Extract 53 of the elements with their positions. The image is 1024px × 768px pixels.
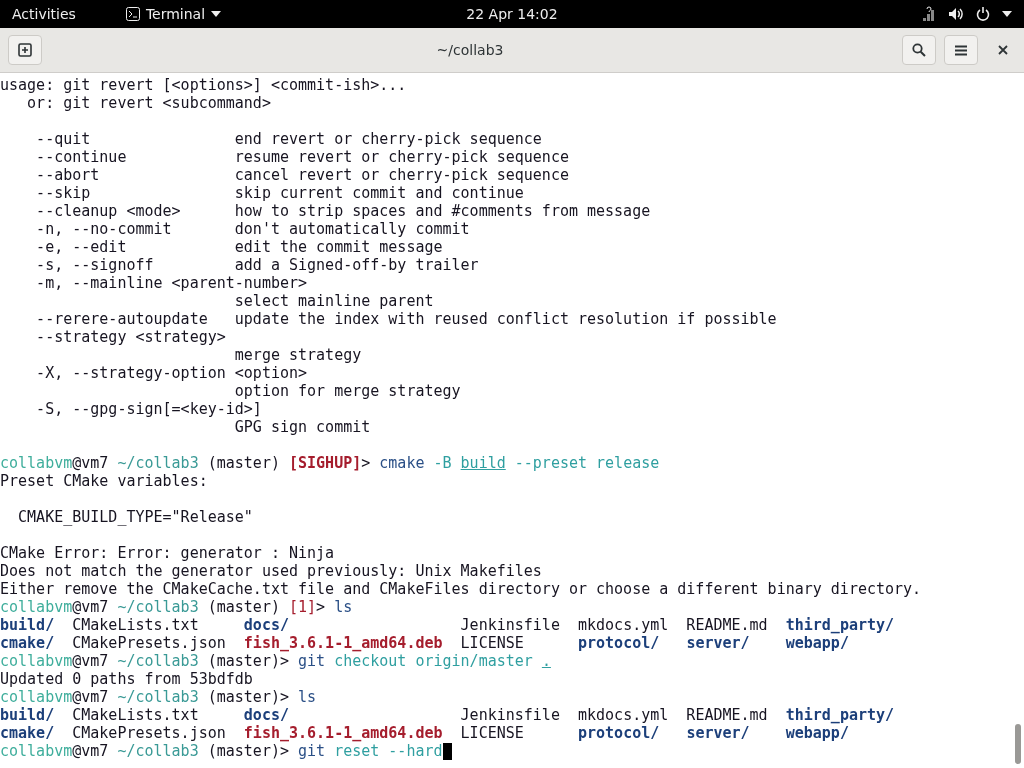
terminal-line: --skip skip current commit and continue (35, 184, 524, 202)
network-icon[interactable] (922, 6, 936, 22)
terminal-line: option for merge strategy (233, 382, 461, 400)
terminal-line: collabvm@vm7 ~/collab3 (master)> git checkout origin/master . (0, 652, 551, 670)
scrollbar-thumb[interactable] (1015, 724, 1021, 764)
caret-icon[interactable] (1002, 11, 1012, 17)
menu-icon (955, 44, 967, 56)
clock[interactable]: 22 Apr 14:02 (466, 6, 558, 22)
caret-icon (211, 11, 222, 17)
terminal-line: Either remove the CMakeCache.txt file and CMakeFiles directory or choose a different binary directory. (0, 580, 922, 598)
terminal-line: Updated 0 paths from 53bdfdb (0, 670, 253, 688)
terminal-line: --continue resume revert or cherry-pick sequence (35, 148, 569, 166)
terminal-line: --rerere-autoupdate update the index with reused conflict resolution if possible (35, 310, 777, 328)
terminal-line: build/ CMakeLists.txt docs/ Jenkinsfile mkdocs.yml README.md third_party/ (0, 706, 895, 724)
search-button[interactable] (902, 35, 936, 65)
terminal-line: -m, --mainline <parent-number> (35, 274, 308, 292)
terminal-line: CMAKE_BUILD_TYPE="Release" (17, 508, 253, 526)
terminal-line: -e, --edit edit the commit message (35, 238, 443, 256)
terminal-line: collabvm@vm7 ~/collab3 (master) [1]> ls (0, 598, 353, 616)
terminal-line: collabvm@vm7 ~/collab3 (master)> git reset --hard (0, 742, 443, 760)
terminal-line: Preset CMake variables: (0, 472, 208, 490)
terminal-line: -s, --signoff add a Signed-off-by trailer (35, 256, 479, 274)
new-tab-icon (18, 43, 32, 57)
menu-button[interactable] (944, 35, 978, 65)
window-title: ~/collab3 (435, 42, 505, 58)
activities-button[interactable]: Activities (12, 6, 76, 22)
terminal-line: --cleanup <mode> how to strip spaces and #comments from message (35, 202, 651, 220)
terminal-line: -n, --no-commit don't automatically commit (35, 220, 470, 238)
terminal-icon (125, 7, 140, 21)
terminal-line: Does not match the generator used previously: Unix Makefiles (0, 562, 542, 580)
terminal-line: --strategy <strategy> (35, 328, 226, 346)
terminal-line: --abort cancel revert or cherry-pick sequence (35, 166, 569, 184)
search-icon (912, 43, 926, 57)
terminal-line: cmake/ CMakePresets.json fish_3.6.1-1_amd64.deb LICENSE protocol/ server/ webapp/ (0, 634, 849, 652)
new-tab-button[interactable] (8, 35, 42, 65)
terminal-line: -X, --strategy-option <option> (35, 364, 308, 382)
power-icon[interactable] (976, 7, 990, 21)
terminal-line: collabvm@vm7 ~/collab3 (master)> ls (0, 688, 317, 706)
terminal-line: or: git revert <subcommand> (26, 94, 271, 112)
terminal-line: build/ CMakeLists.txt docs/ Jenkinsfile mkdocs.yml README.md third_party/ (0, 616, 895, 634)
terminal-line: collabvm@vm7 ~/collab3 (master) [SIGHUP]> cmake -B build --preset release (0, 454, 660, 472)
app-menu[interactable]: Terminal (125, 6, 222, 22)
terminal-line: CMake Error: Error: generator : Ninja (0, 544, 335, 562)
volume-icon[interactable] (948, 7, 964, 21)
terminal-line: -S, --gpg-sign[=<key-id>] (35, 400, 262, 418)
terminal-line: GPG sign commit (233, 418, 371, 436)
terminal-line: merge strategy (233, 346, 362, 364)
close-icon (998, 45, 1008, 55)
terminal-line: --quit end revert or cherry-pick sequence (35, 130, 542, 148)
terminal-line: cmake/ CMakePresets.json fish_3.6.1-1_amd64.deb LICENSE protocol/ server/ webapp/ (0, 724, 849, 742)
terminal-line: usage: git revert [<options>] <commit-ish>... (0, 76, 407, 94)
terminal-line: select mainline parent (233, 292, 434, 310)
text-cursor (442, 742, 452, 760)
